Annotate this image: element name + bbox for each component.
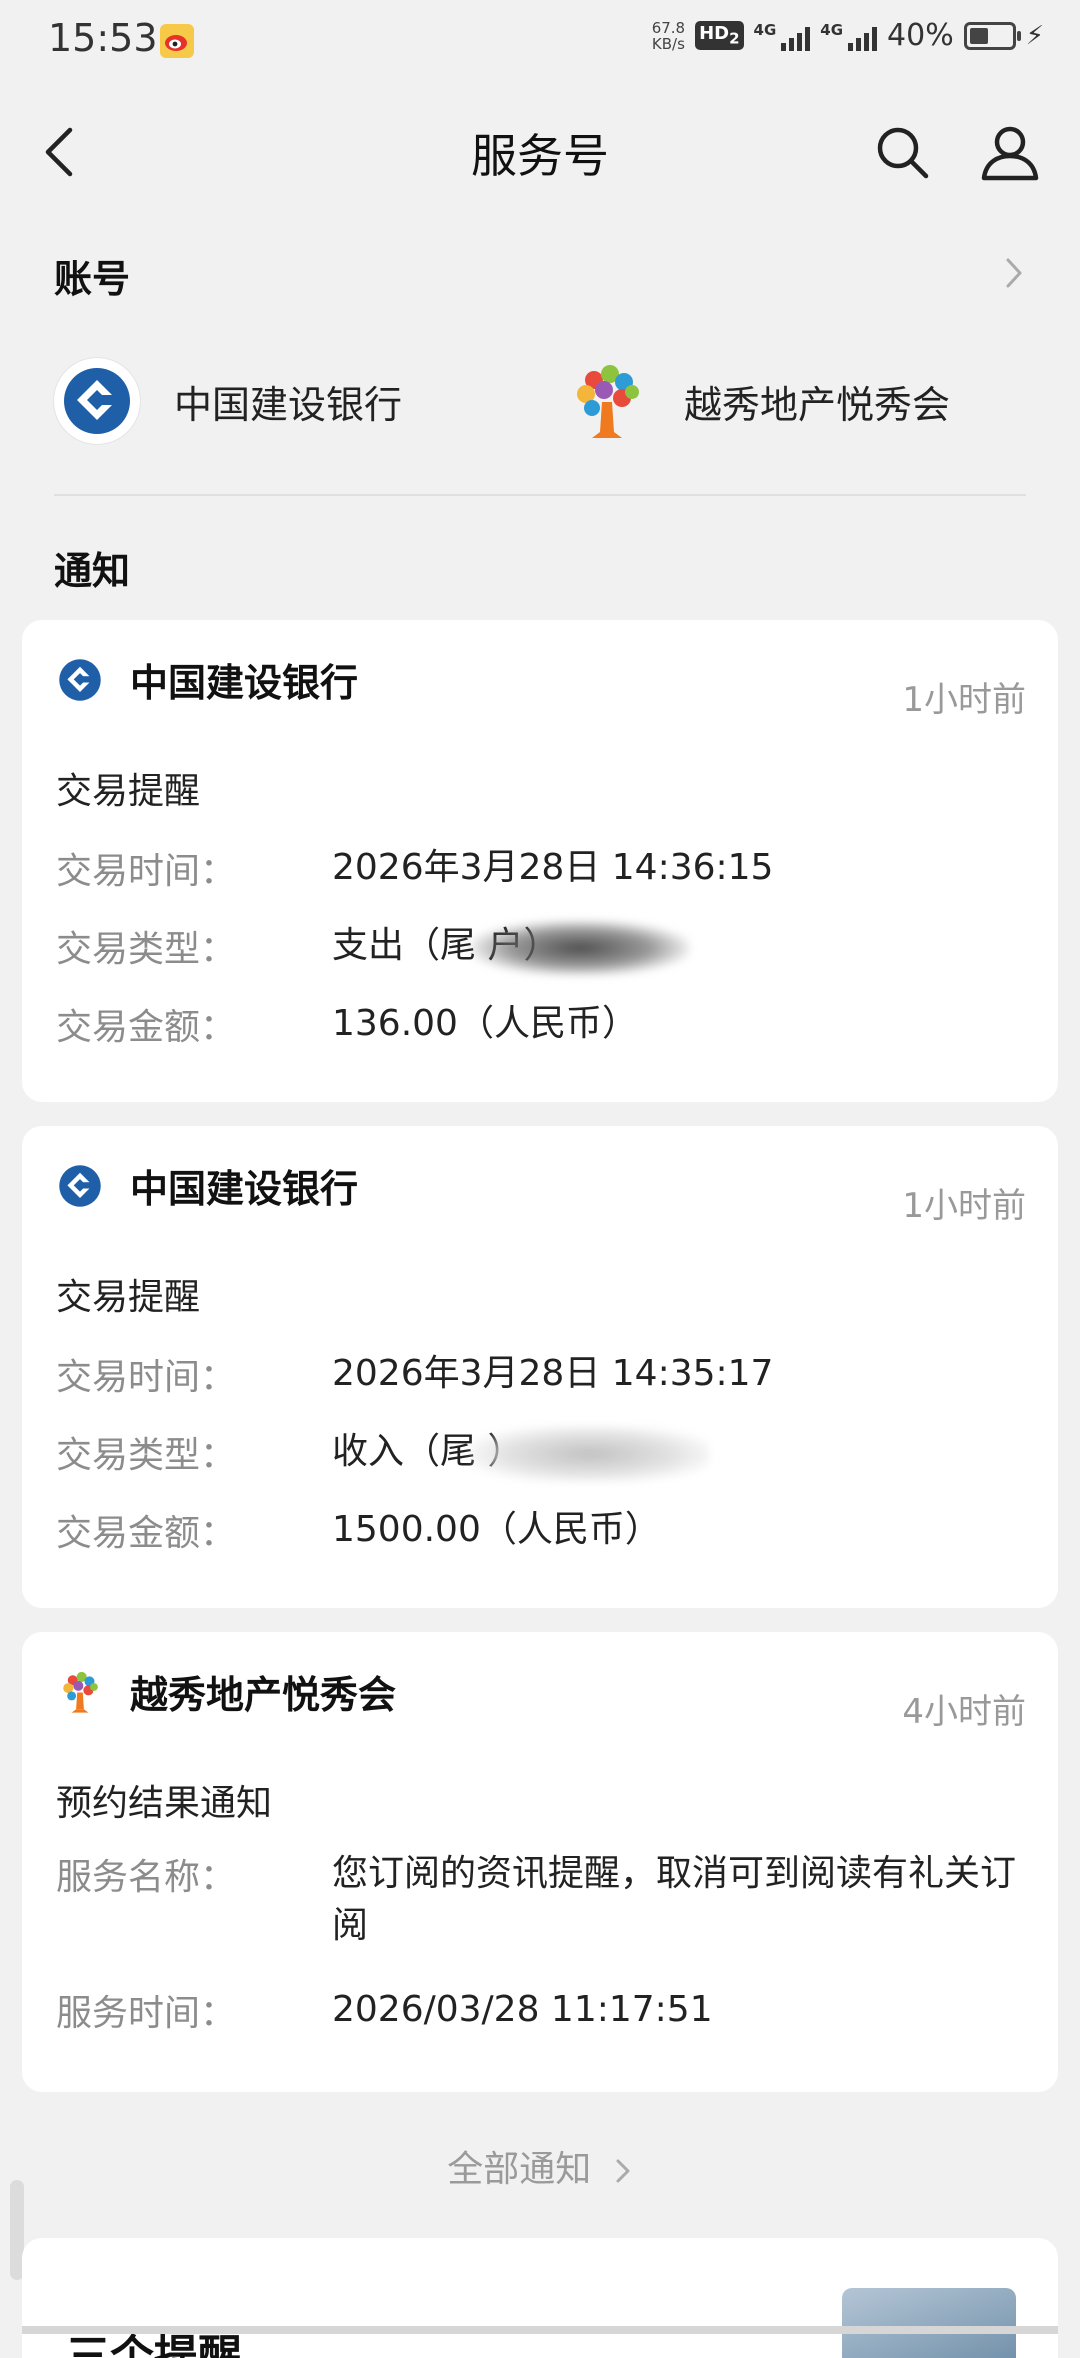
row-label: 交易金额： — [56, 1513, 237, 1554]
ccb-logo-icon — [54, 358, 140, 444]
status-time: 15:53 — [48, 16, 158, 60]
row-value: 1500.00（人民币） — [332, 1509, 661, 1550]
net-speed-value: 67.8 — [651, 18, 686, 37]
nav-bar: 服务号 — [0, 100, 1080, 200]
notice-card[interactable]: 中国建设银行 1小时前 交易提醒 交易时间： 2026年3月28日 14:36:… — [22, 620, 1058, 1102]
row-value: 2026年3月28日 14:35:17 — [332, 1353, 774, 1394]
profile-icon[interactable] — [978, 120, 1042, 184]
status-right: 67.8 KB/s HD2 4G 4G 40% ⚡ — [652, 18, 1044, 53]
notice-source: 中国建设银行 — [130, 1167, 359, 1211]
row-label: 交易类型： — [56, 929, 237, 970]
signal-icon-sim1: 4G — [754, 21, 811, 51]
battery-percent: 40% — [887, 18, 954, 53]
all-notices-label: 全部通知 — [447, 2149, 592, 2190]
notice-subject: 预约结果通知 — [56, 1783, 273, 1824]
network-speed: 67.8 KB/s — [652, 20, 685, 52]
thumbnail-image — [842, 2288, 1016, 2358]
redaction-blur — [470, 920, 690, 976]
account-item-yuexiu[interactable]: 越秀地产悦秀会 — [564, 358, 950, 444]
notice-time: 1小时前 — [902, 680, 1026, 720]
account-name: 越秀地产悦秀会 — [684, 382, 951, 427]
row-value: 您订阅的资讯提醒，取消可到阅读有礼关订阅 — [332, 1853, 1017, 1946]
notice-time: 4小时前 — [902, 1692, 1026, 1732]
row-value: 2026年3月28日 14:36:15 — [332, 847, 774, 888]
notice-card[interactable]: 中国建设银行 1小时前 交易提醒 交易时间： 2026年3月28日 14:35:… — [22, 1126, 1058, 1608]
row-label: 交易时间： — [56, 1357, 237, 1398]
status-bar: 15:53 67.8 KB/s HD2 4G 4G 40% ⚡ — [0, 0, 1080, 84]
row-label: 服务名称： — [56, 1857, 237, 1898]
signal-icon-sim2: 4G — [820, 20, 878, 51]
row-value: 136.00（人民币） — [332, 1003, 638, 1044]
battery-icon — [963, 21, 1021, 50]
notice-subject: 交易提醒 — [56, 1277, 201, 1318]
sim1-network: 4G — [753, 20, 777, 39]
row-label: 交易时间： — [56, 851, 237, 892]
yuexiu-tree-logo-icon — [564, 358, 650, 444]
row-value: 2026/03/28 11:17:51 — [332, 1989, 713, 2030]
section-divider — [54, 494, 1026, 496]
account-name: 中国建设银行 — [174, 382, 403, 427]
chevron-right-icon[interactable] — [1000, 256, 1028, 290]
row-label: 服务时间： — [56, 1993, 237, 2034]
account-item-ccb[interactable]: 中国建设银行 — [54, 358, 402, 444]
notice-card-header: 中国建设银行 — [56, 652, 358, 707]
progress-stripe — [22, 2326, 1058, 2334]
row-label: 交易金额： — [56, 1007, 237, 1048]
sim2-network: 4G — [820, 20, 844, 39]
notice-card-header: 越秀地产悦秀会 — [56, 1664, 396, 1719]
net-speed-unit: KB/s — [651, 34, 685, 53]
notice-source: 越秀地产悦秀会 — [130, 1673, 397, 1717]
row-label: 交易类型： — [56, 1435, 237, 1476]
ccb-logo-icon — [56, 656, 104, 704]
yuexiu-tree-logo-icon — [56, 1668, 104, 1716]
hd-sub: 2 — [729, 29, 740, 48]
weibo-notification-icon — [160, 24, 194, 58]
chevron-right-icon — [616, 2159, 630, 2183]
notice-section-title: 通知 — [54, 549, 131, 593]
all-notices-link[interactable]: 全部通知 — [0, 2140, 1080, 2192]
notice-source: 中国建设银行 — [130, 661, 359, 705]
charging-icon: ⚡ — [1025, 20, 1044, 51]
hd-voice-icon: HD2 — [695, 21, 744, 50]
notice-time: 1小时前 — [902, 1186, 1026, 1226]
notice-subject: 交易提醒 — [56, 771, 201, 812]
account-section-title: 账号 — [54, 257, 131, 301]
redaction-blur — [470, 1426, 710, 1482]
hd-label: HD — [699, 23, 730, 45]
bottom-card[interactable]: 三个提醒 — [22, 2238, 1058, 2358]
ccb-logo-icon — [56, 1162, 104, 1210]
search-icon[interactable] — [872, 122, 932, 182]
notice-card-header: 中国建设银行 — [56, 1158, 358, 1213]
notice-card[interactable]: 越秀地产悦秀会 4小时前 预约结果通知 服务名称： 您订阅的资讯提醒，取消可到阅… — [22, 1632, 1058, 2092]
